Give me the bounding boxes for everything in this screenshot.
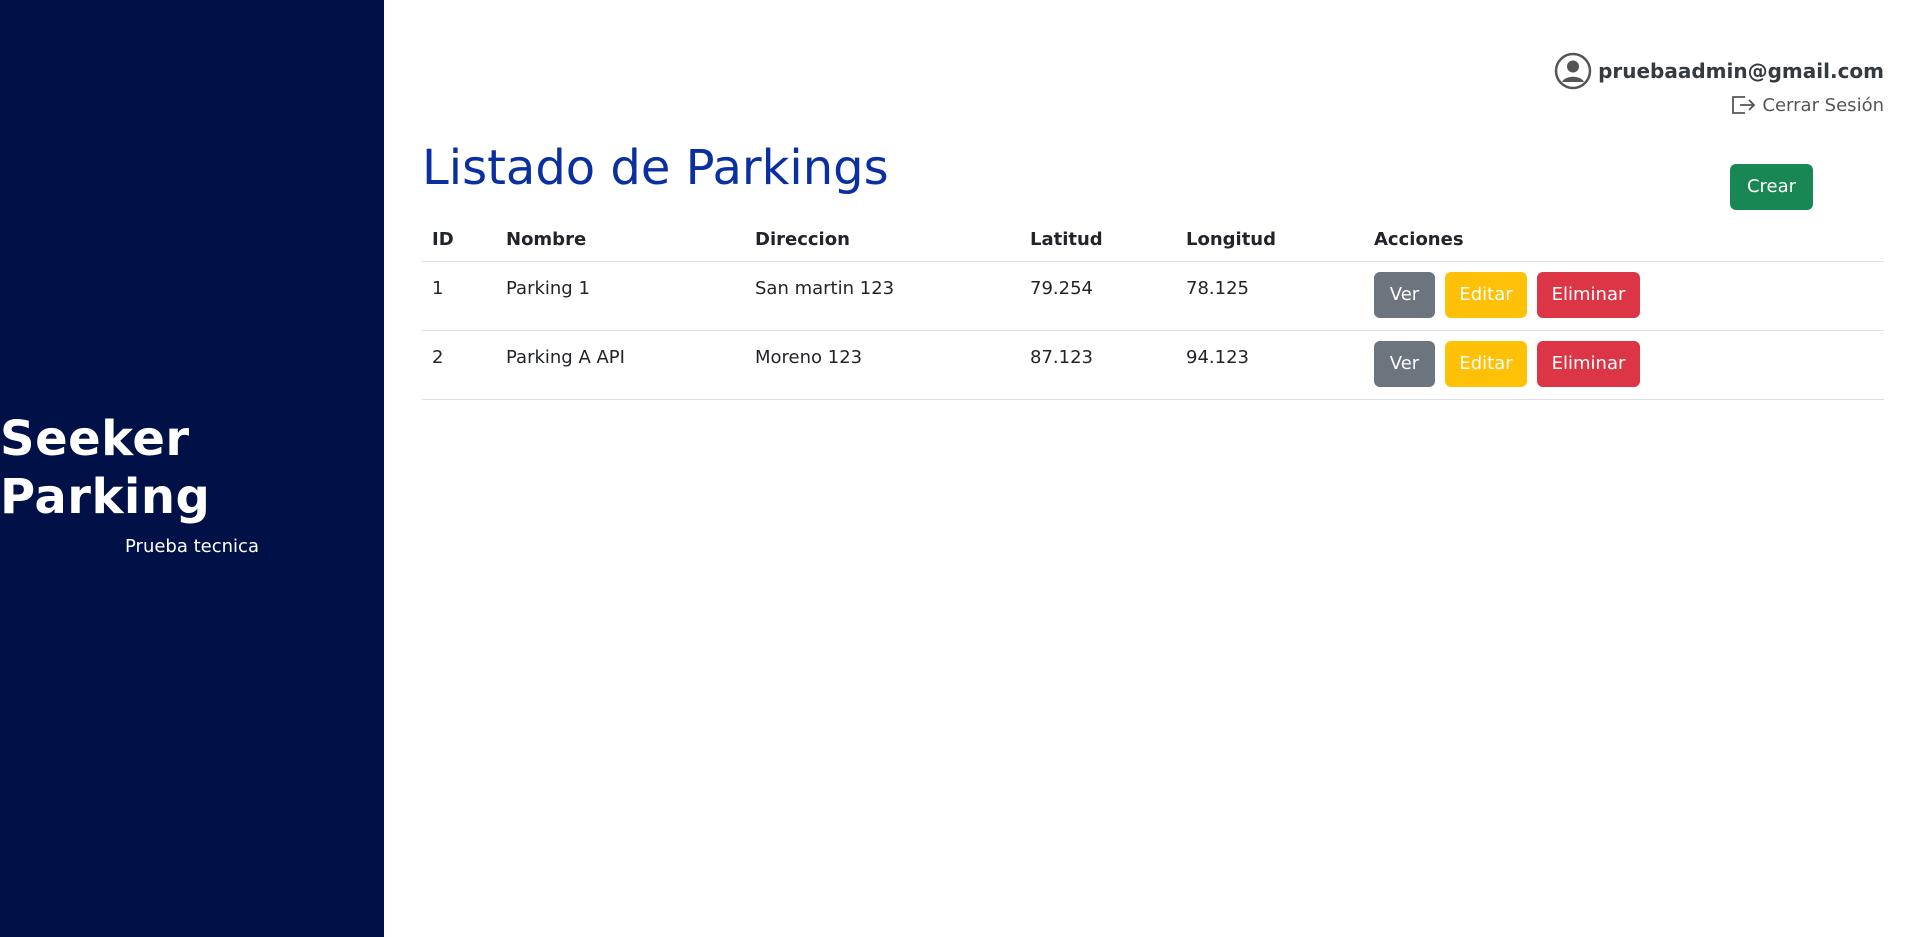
edit-button[interactable]: Editar <box>1445 271 1527 318</box>
header-latitud: Latitud <box>1020 218 1176 262</box>
table-header-row: ID Nombre Direccion Latitud Longitud Acc… <box>422 218 1884 262</box>
cell-latitud: 79.254 <box>1020 261 1176 331</box>
table-row: 1 Parking 1 San martin 123 79.254 78.125… <box>422 261 1884 331</box>
header-direccion: Direccion <box>745 218 1020 262</box>
cell-longitud: 78.125 <box>1176 261 1364 331</box>
cell-acciones: Ver Editar Eliminar <box>1364 330 1884 400</box>
parkings-table: ID Nombre Direccion Latitud Longitud Acc… <box>422 218 1884 400</box>
logout-label: Cerrar Sesión <box>1762 94 1884 116</box>
cell-longitud: 94.123 <box>1176 330 1364 400</box>
cell-id: 2 <box>422 330 496 400</box>
sidebar: Seeker Parking Prueba tecnica <box>0 0 384 937</box>
delete-button[interactable]: Eliminar <box>1537 271 1640 318</box>
header-acciones: Acciones <box>1364 218 1884 262</box>
table-row: 2 Parking A API Moreno 123 87.123 94.123… <box>422 330 1884 400</box>
user-info: pruebaadmin@gmail.com <box>1554 52 1884 90</box>
cell-direccion: Moreno 123 <box>745 330 1020 400</box>
page-title: Listado de Parkings <box>422 140 889 196</box>
brand-title: Seeker Parking <box>0 410 211 525</box>
logout-link[interactable]: Cerrar Sesión <box>1730 94 1884 116</box>
view-button[interactable]: Ver <box>1374 271 1435 318</box>
cell-direccion: San martin 123 <box>745 261 1020 331</box>
cell-nombre: Parking A API <box>496 330 745 400</box>
delete-button[interactable]: Eliminar <box>1537 340 1640 387</box>
cell-latitud: 87.123 <box>1020 330 1176 400</box>
view-button[interactable]: Ver <box>1374 340 1435 387</box>
user-circle-icon <box>1554 52 1592 90</box>
cell-acciones: Ver Editar Eliminar <box>1364 261 1884 331</box>
cell-id: 1 <box>422 261 496 331</box>
header-nombre: Nombre <box>496 218 745 262</box>
header-longitud: Longitud <box>1176 218 1364 262</box>
header-id: ID <box>422 218 496 262</box>
logout-icon <box>1732 96 1756 114</box>
user-email: pruebaadmin@gmail.com <box>1598 59 1884 83</box>
brand-subtitle: Prueba tecnica <box>125 536 259 558</box>
cell-nombre: Parking 1 <box>496 261 745 331</box>
edit-button[interactable]: Editar <box>1445 340 1527 387</box>
create-button[interactable]: Crear <box>1730 164 1813 210</box>
main-content: pruebaadmin@gmail.com Cerrar Sesión List… <box>384 0 1920 937</box>
